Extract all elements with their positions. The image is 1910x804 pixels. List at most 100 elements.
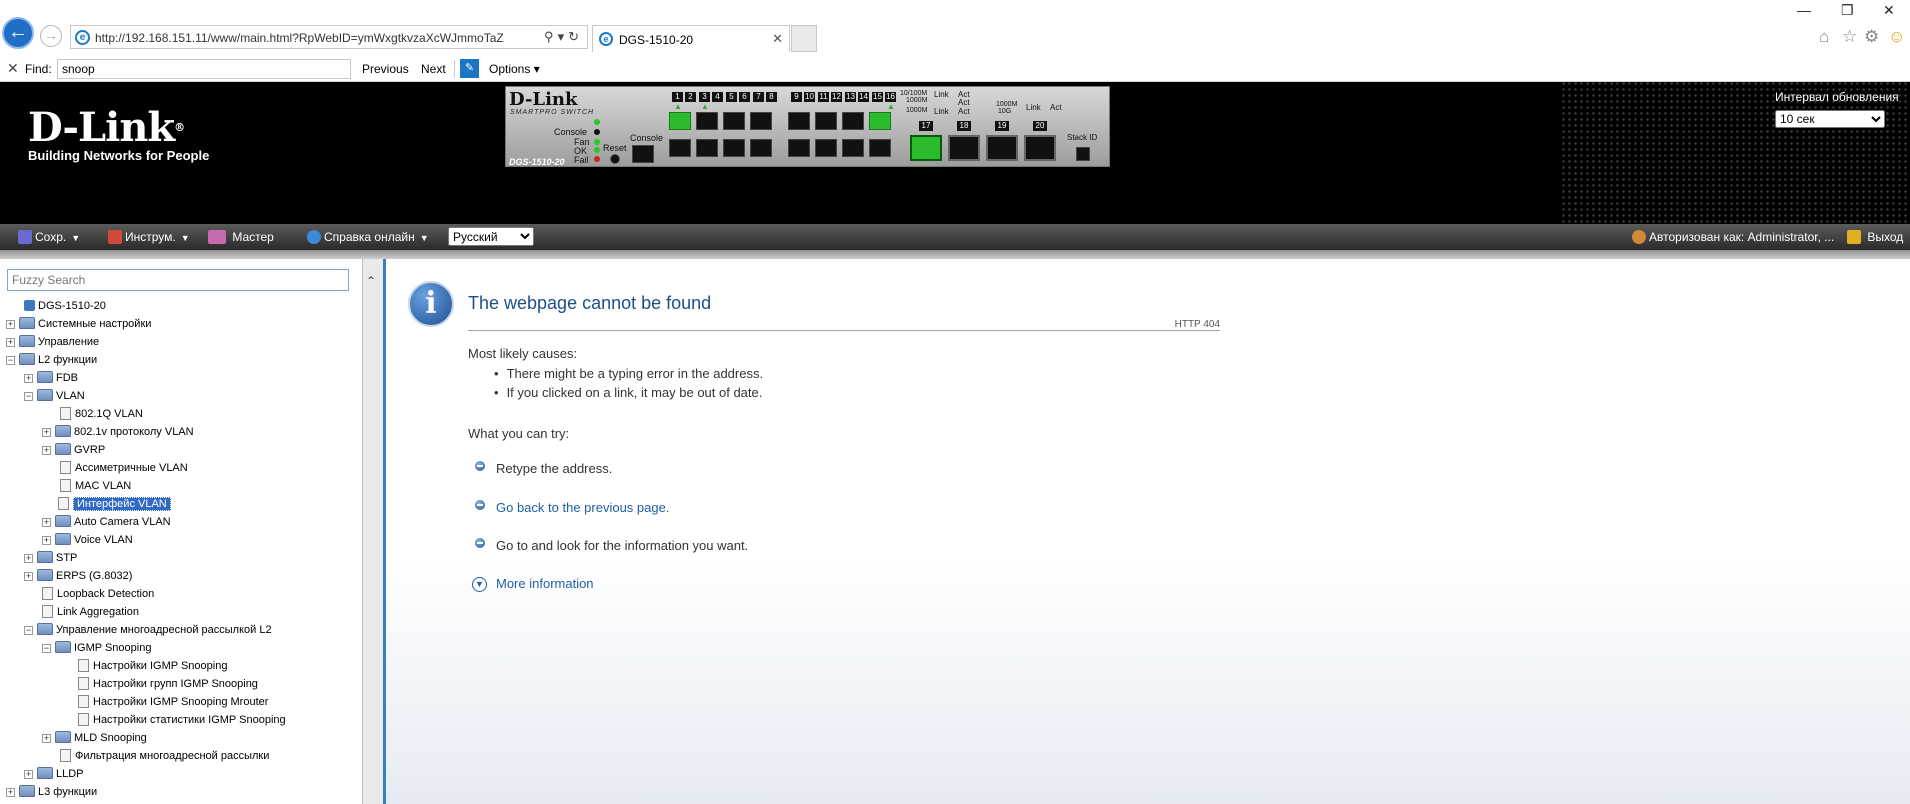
- fail-led-label: Fail: [574, 155, 589, 165]
- user-icon: [1632, 230, 1646, 244]
- port-1[interactable]: [669, 112, 691, 130]
- port-11[interactable]: [815, 112, 837, 130]
- port-12[interactable]: [815, 139, 837, 157]
- console-port-label: Console: [630, 133, 664, 143]
- tree-item-interface-vlan[interactable]: Интерфейс VLAN: [58, 495, 171, 513]
- language-select[interactable]: Русский: [448, 227, 534, 246]
- tree-scrollbar[interactable]: ⌃: [363, 259, 383, 804]
- port-13[interactable]: [842, 112, 864, 130]
- tree-item-igmp-settings[interactable]: Настройки IGMP Snooping: [78, 657, 227, 675]
- favorites-icon[interactable]: ☆: [1842, 27, 1857, 47]
- tree-item-8021q-vlan[interactable]: 802.1Q VLAN: [60, 405, 143, 423]
- sfp-number: 17: [919, 121, 933, 131]
- tree-item-stp[interactable]: + STP: [24, 549, 77, 567]
- menu-save[interactable]: Сохр. ▼: [18, 230, 80, 244]
- menu-wizard[interactable]: Мастер: [208, 230, 274, 244]
- tree-item-lldp[interactable]: + LLDP: [24, 765, 84, 783]
- menu-tools[interactable]: Инструм. ▼: [108, 230, 190, 244]
- tree-item-fdb[interactable]: + FDB: [24, 369, 78, 387]
- refresh-icon[interactable]: ↻: [568, 29, 583, 44]
- find-previous-button[interactable]: Previous: [362, 62, 409, 76]
- expand-icon: +: [24, 769, 33, 779]
- smiley-icon[interactable]: ☺: [1888, 27, 1905, 47]
- sfp-port-17[interactable]: [910, 135, 942, 161]
- port-10[interactable]: [788, 139, 810, 157]
- tree-item-asymmetric-vlan[interactable]: Ассиметричные VLAN: [60, 459, 188, 477]
- menu-help[interactable]: Справка онлайн ▼: [307, 230, 429, 244]
- port-9[interactable]: [788, 112, 810, 130]
- port-15[interactable]: [869, 112, 891, 130]
- address-actions[interactable]: ⚲▾↻: [544, 29, 583, 45]
- dlink-header: D-Link® Building Networks for People D-L…: [0, 82, 1910, 224]
- scroll-up-icon[interactable]: ⌃: [366, 274, 376, 288]
- sfp-port-19[interactable]: [986, 135, 1018, 161]
- tree-item-8021v-vlan[interactable]: +802.1v протоколу VLAN: [42, 423, 194, 441]
- tree-item-l3-functions[interactable]: + L3 функции: [6, 783, 97, 801]
- tree-item-link-aggregation[interactable]: Link Aggregation: [42, 603, 139, 621]
- fan-led: [594, 139, 600, 145]
- port-6[interactable]: [723, 139, 745, 157]
- port-5[interactable]: [723, 112, 745, 130]
- port-2[interactable]: [669, 139, 691, 157]
- tree-item-gvrp[interactable]: + GVRP: [42, 441, 105, 459]
- port-3[interactable]: [696, 112, 718, 130]
- address-bar[interactable]: e http://192.168.151.11/www/main.html?Rp…: [70, 25, 588, 49]
- highlight-icon[interactable]: ✎: [460, 59, 479, 78]
- tree-item-vlan[interactable]: − VLAN: [24, 387, 85, 405]
- more-information-link[interactable]: More information: [496, 576, 594, 591]
- fuzzy-search-input[interactable]: [7, 269, 349, 291]
- tree-item-system-settings[interactable]: + Системные настройки: [6, 315, 151, 333]
- tree-item-voice-vlan[interactable]: + Voice VLAN: [42, 531, 133, 549]
- port-14[interactable]: [842, 139, 864, 157]
- close-window-icon[interactable]: ✕: [1883, 2, 1895, 19]
- tree-item-mac-vlan[interactable]: MAC VLAN: [60, 477, 131, 495]
- port-7[interactable]: [750, 112, 772, 130]
- tree-item-igmp-statistics[interactable]: Настройки статистики IGMP Snooping: [78, 711, 286, 729]
- page-icon: [42, 605, 53, 618]
- console-port[interactable]: [632, 145, 654, 163]
- go-back-link[interactable]: Go back to the previous page.: [496, 500, 669, 515]
- sfp-port-18[interactable]: [948, 135, 980, 161]
- browser-tab[interactable]: e DGS-1510-20 ✕: [592, 25, 790, 52]
- port-4[interactable]: [696, 139, 718, 157]
- port-number: 7: [753, 92, 764, 102]
- sfp-port-20[interactable]: [1024, 135, 1056, 161]
- refresh-select[interactable]: 10 сек: [1775, 110, 1885, 128]
- back-button[interactable]: ←: [2, 17, 34, 49]
- tree-item-multicast-filtering[interactable]: Фильтрация многоадресной рассылки: [60, 747, 269, 765]
- tree-item-erps[interactable]: + ERPS (G.8032): [24, 567, 132, 585]
- chevron-down-icon[interactable]: ▼: [472, 577, 487, 592]
- tree-item-mld-snooping[interactable]: + MLD Snooping: [42, 729, 147, 747]
- reset-button[interactable]: [610, 154, 620, 164]
- dropdown-icon[interactable]: ▾: [558, 29, 569, 44]
- find-next-button[interactable]: Next: [421, 62, 446, 76]
- close-tab-icon[interactable]: ✕: [772, 31, 783, 47]
- minimize-icon[interactable]: —: [1797, 2, 1811, 18]
- find-options-button[interactable]: Options ▾: [489, 62, 540, 76]
- new-tab-button[interactable]: [791, 25, 817, 52]
- find-input[interactable]: [57, 59, 351, 79]
- gear-icon[interactable]: ⚙: [1864, 27, 1879, 47]
- close-find-icon[interactable]: ✕: [7, 60, 19, 77]
- address-url[interactable]: http://192.168.151.11/www/main.html?RpWe…: [95, 31, 504, 45]
- tree-item-loopback-detection[interactable]: Loopback Detection: [42, 585, 154, 603]
- speed-label: 10/100M: [900, 90, 928, 97]
- tree-item-management[interactable]: + Управление: [6, 333, 99, 351]
- port-8[interactable]: [750, 139, 772, 157]
- tree-item-auto-camera-vlan[interactable]: + Auto Camera VLAN: [42, 513, 171, 531]
- forward-button[interactable]: →: [40, 25, 62, 47]
- switch-panel[interactable]: D-Link SMARTPRO SWITCH Console Fan OK Fa…: [505, 86, 1110, 167]
- tree-item-igmp-mrouter[interactable]: Настройки IGMP Snooping Mrouter: [78, 693, 268, 711]
- tree-item-l2-multicast[interactable]: − Управление многоадресной рассылкой L2: [24, 621, 272, 639]
- restore-icon[interactable]: ❐: [1841, 2, 1854, 19]
- tree-item-l2-functions[interactable]: − L2 функции: [6, 351, 97, 369]
- port-16[interactable]: [869, 139, 891, 157]
- search-icon[interactable]: ⚲: [544, 29, 558, 44]
- expand-icon: +: [24, 553, 33, 563]
- tree-item-device[interactable]: DGS-1510-20: [24, 297, 106, 315]
- home-icon[interactable]: ⌂: [1819, 27, 1829, 47]
- tree-item-igmp-snooping[interactable]: − IGMP Snooping: [42, 639, 151, 657]
- tree-item-igmp-groups[interactable]: Настройки групп IGMP Snooping: [78, 675, 258, 693]
- cause-item: There might be a typing error in the add…: [494, 366, 764, 381]
- logout-button[interactable]: Выход: [1847, 230, 1903, 244]
